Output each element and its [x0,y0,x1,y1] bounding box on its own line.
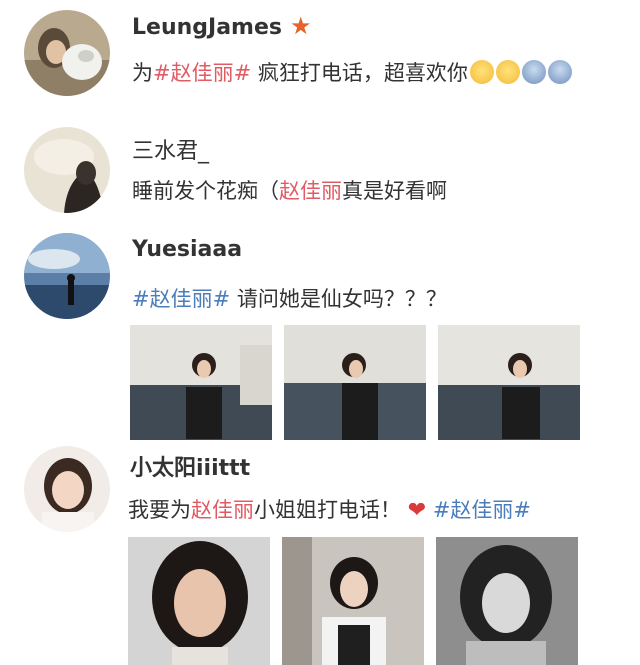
comment-text: 为#赵佳丽# 疯狂打电话，超喜欢你 [132,57,572,87]
hashtag-link[interactable]: #赵佳丽# [433,498,531,522]
username[interactable]: LeungJames ★ [132,12,312,40]
mention-name[interactable]: 赵佳丽 [279,179,342,203]
heart-icon: ❤ [407,498,427,523]
photo-thumbnail[interactable] [128,537,270,665]
comment-item: 小太阳iiittt 我要为赵佳丽小姐姐打电话！ ❤ #赵佳丽# [0,440,640,665]
star-icon: ★ [289,12,312,40]
username[interactable]: 三水君_ [132,133,209,165]
photo-thumbnail[interactable] [284,325,426,440]
username[interactable]: 小太阳iiittt [130,450,250,482]
hashtag-link[interactable]: #赵佳丽# [153,61,251,85]
photo-thumbnail[interactable] [436,537,578,665]
avatar[interactable] [24,446,110,532]
comment-text: 我要为赵佳丽小姐姐打电话！ ❤ #赵佳丽# [128,498,532,523]
comment-item: LeungJames ★ 为#赵佳丽# 疯狂打电话，超喜欢你 [0,0,640,115]
scream-face-icon [521,60,546,84]
username[interactable]: Yuesiaaa [132,237,242,262]
comment-text: 睡前发个花痴（赵佳丽真是好看啊 [132,179,447,203]
comment-text: #赵佳丽# 请问她是仙女吗？？？ [132,287,447,311]
face-kiss-heart-icon [495,60,520,84]
face-kiss-heart-icon [469,60,494,84]
photo-thumbnail[interactable] [282,537,424,665]
avatar[interactable] [24,233,110,319]
avatar[interactable] [24,127,110,213]
mention-name[interactable]: 赵佳丽 [191,498,254,522]
photo-thumbnail[interactable] [438,325,580,440]
scream-face-icon [547,60,572,84]
avatar[interactable] [24,10,110,96]
photo-thumbnail[interactable] [130,325,272,440]
hashtag-link[interactable]: #赵佳丽# [132,287,230,311]
comment-item: Yuesiaaa #赵佳丽# 请问她是仙女吗？？？ [0,225,640,445]
comment-item: 三水君_ 睡前发个花痴（赵佳丽真是好看啊 [0,115,640,225]
